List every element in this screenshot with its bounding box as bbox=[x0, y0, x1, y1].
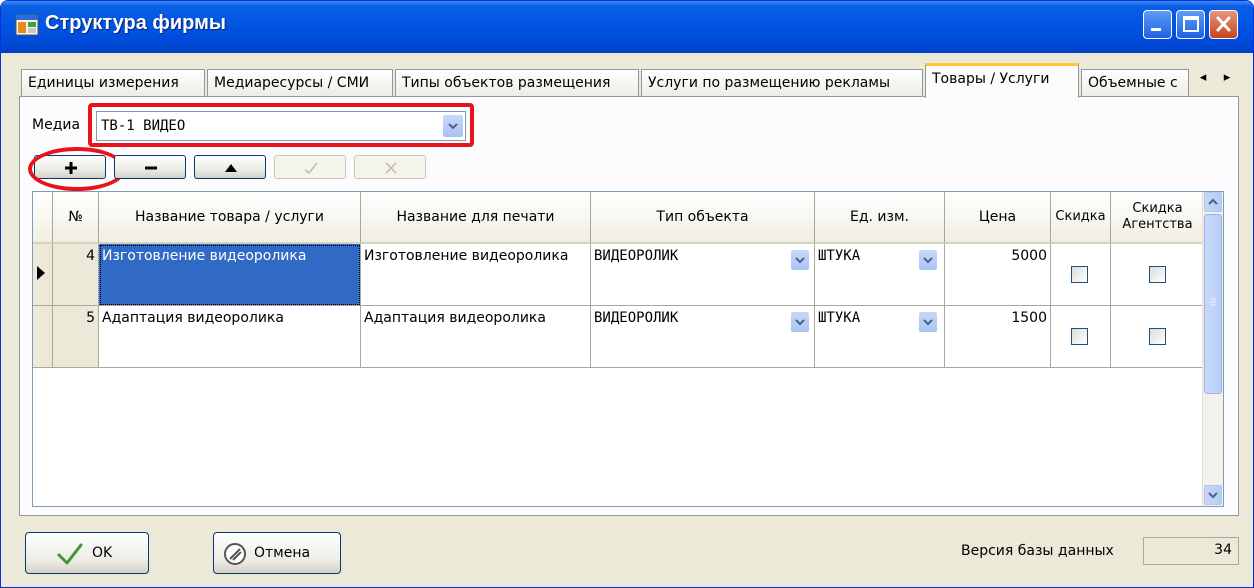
green-check-icon bbox=[57, 543, 83, 565]
current-row-pointer-icon bbox=[37, 266, 45, 280]
window-title: Структура фирмы bbox=[45, 12, 226, 34]
cancel-edit-button[interactable] bbox=[354, 155, 426, 179]
delete-row-button[interactable] bbox=[114, 155, 186, 179]
main-window: Структура фирмы Единицы измерения Медиар… bbox=[0, 0, 1254, 588]
annotation-highlight-rectangle bbox=[88, 103, 474, 147]
tab-scroll-left-button[interactable]: ◂ bbox=[1191, 67, 1215, 89]
move-up-button[interactable] bbox=[194, 155, 266, 179]
cell-print-name[interactable]: Адаптация видеоролика bbox=[361, 306, 591, 368]
cell-discount bbox=[1051, 306, 1111, 368]
minus-icon bbox=[145, 166, 157, 170]
cell-unit[interactable]: ШТУКА bbox=[815, 244, 945, 306]
cancel-button[interactable]: Отмена bbox=[213, 532, 341, 574]
row-header[interactable] bbox=[33, 306, 53, 368]
annotation-highlight-ellipse bbox=[28, 147, 126, 191]
minimize-button[interactable] bbox=[1143, 10, 1172, 39]
chevron-up-icon bbox=[1208, 198, 1218, 205]
db-version-label: Версия базы данных bbox=[961, 543, 1114, 559]
object-type-value: ВИДЕОРОЛИК bbox=[594, 310, 679, 326]
media-label: Медиа bbox=[32, 117, 81, 133]
arrow-right-icon: ▸ bbox=[1223, 70, 1231, 85]
x-icon bbox=[385, 162, 397, 174]
cell-object-type[interactable]: ВИДЕОРОЛИК bbox=[591, 244, 815, 306]
ok-button[interactable]: OK bbox=[25, 532, 149, 574]
tab-advertising-services[interactable]: Услуги по размещению рекламы bbox=[641, 69, 923, 97]
scroll-down-button[interactable] bbox=[1204, 485, 1222, 505]
column-header-object-type[interactable]: Тип объекта bbox=[591, 192, 815, 244]
column-header-print-name[interactable]: Название для печати bbox=[361, 192, 591, 244]
check-icon bbox=[304, 162, 318, 175]
tab-volume-discounts[interactable]: Объемные с bbox=[1081, 69, 1189, 97]
tab-units[interactable]: Единицы измерения bbox=[21, 69, 205, 97]
grip-icon bbox=[1210, 298, 1216, 306]
chevron-down-icon bbox=[795, 257, 805, 264]
confirm-edit-button[interactable] bbox=[274, 155, 346, 179]
app-window-icon bbox=[15, 14, 39, 36]
chevron-down-icon bbox=[923, 257, 933, 264]
tab-panel-goods-services: Медиа ТВ-1 ВИДЕО № Название товара / усл… bbox=[19, 96, 1239, 516]
agency-discount-checkbox[interactable] bbox=[1149, 266, 1166, 283]
column-header-price[interactable]: Цена bbox=[945, 192, 1051, 244]
scroll-up-button[interactable] bbox=[1204, 192, 1222, 212]
cell-discount bbox=[1051, 244, 1111, 306]
close-button[interactable] bbox=[1209, 10, 1238, 39]
minimize-icon bbox=[1151, 28, 1161, 31]
arrow-left-icon: ◂ bbox=[1199, 70, 1207, 85]
title-bar[interactable]: Структура фирмы bbox=[1, 1, 1253, 53]
object-type-dropdown-button[interactable] bbox=[791, 312, 809, 332]
column-header-unit[interactable]: Ед. изм. bbox=[815, 192, 945, 244]
cell-agency-discount bbox=[1111, 306, 1205, 368]
object-type-value: ВИДЕОРОЛИК bbox=[594, 248, 679, 264]
scroll-thumb[interactable] bbox=[1204, 214, 1222, 394]
column-header-agency-discount[interactable]: Скидка Агентства bbox=[1111, 192, 1205, 244]
unit-dropdown-button[interactable] bbox=[919, 250, 937, 270]
agency-discount-checkbox[interactable] bbox=[1149, 328, 1166, 345]
unit-dropdown-button[interactable] bbox=[919, 312, 937, 332]
tab-scroll-right-button[interactable]: ▸ bbox=[1215, 67, 1239, 89]
chevron-down-icon bbox=[1208, 492, 1218, 499]
discount-checkbox[interactable] bbox=[1071, 328, 1088, 345]
discount-checkbox[interactable] bbox=[1071, 266, 1088, 283]
column-header-discount[interactable]: Скидка bbox=[1051, 192, 1111, 244]
chevron-down-icon bbox=[795, 319, 805, 326]
cell-number: 4 bbox=[53, 244, 99, 306]
cancel-circle-icon bbox=[224, 543, 246, 565]
triangle-up-icon bbox=[225, 164, 237, 172]
tab-placement-object-types[interactable]: Типы объектов размещения bbox=[395, 69, 639, 97]
tab-media-resources[interactable]: Медиаресурсы / СМИ bbox=[207, 69, 393, 97]
column-header-number[interactable]: № bbox=[53, 192, 99, 244]
cell-print-name[interactable]: Изготовление видеоролика bbox=[361, 244, 591, 306]
unit-value: ШТУКА bbox=[818, 248, 861, 264]
cell-object-type[interactable]: ВИДЕОРОЛИК bbox=[591, 306, 815, 368]
chevron-down-icon bbox=[923, 319, 933, 326]
cell-unit[interactable]: ШТУКА bbox=[815, 306, 945, 368]
maximize-button[interactable] bbox=[1176, 10, 1205, 39]
object-type-dropdown-button[interactable] bbox=[791, 250, 809, 270]
cell-price[interactable]: 1500 bbox=[945, 306, 1051, 368]
cancel-label: Отмена bbox=[254, 545, 311, 561]
grid-vertical-scrollbar[interactable] bbox=[1202, 192, 1223, 506]
cell-name[interactable]: Изготовление видеоролика bbox=[99, 244, 361, 306]
cell-name[interactable]: Адаптация видеоролика bbox=[99, 306, 361, 368]
close-icon bbox=[1216, 16, 1231, 32]
cell-number: 5 bbox=[53, 306, 99, 368]
db-version-value: 34 bbox=[1143, 537, 1239, 565]
grid-header-corner bbox=[33, 192, 53, 244]
cell-agency-discount bbox=[1111, 244, 1205, 306]
row-header[interactable] bbox=[33, 244, 53, 306]
tab-goods-services[interactable]: Товары / Услуги bbox=[925, 63, 1079, 98]
cell-price[interactable]: 5000 bbox=[945, 244, 1051, 306]
goods-services-grid[interactable]: № Название товара / услуги Название для … bbox=[32, 191, 1224, 507]
unit-value: ШТУКА bbox=[818, 310, 861, 326]
tab-strip: Единицы измерения Медиаресурсы / СМИ Тип… bbox=[21, 61, 1239, 98]
maximize-icon bbox=[1183, 16, 1199, 32]
ok-label: OK bbox=[92, 545, 113, 561]
column-header-name[interactable]: Название товара / услуги bbox=[99, 192, 361, 244]
